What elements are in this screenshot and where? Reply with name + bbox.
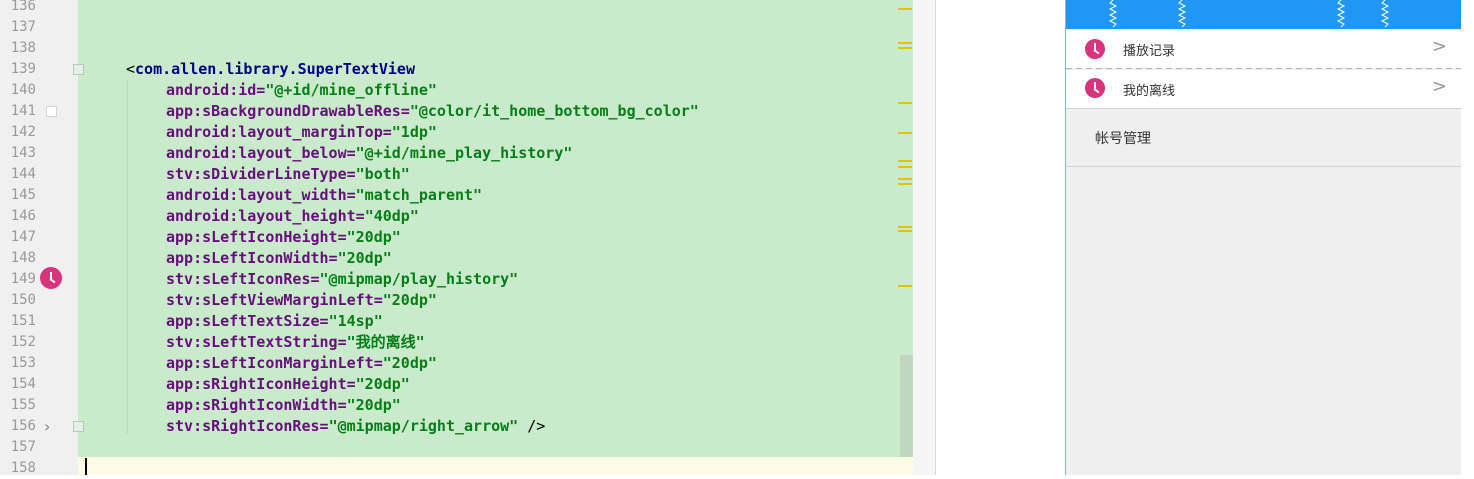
line-number: 158: [10, 460, 36, 476]
line-number: 143: [10, 145, 36, 161]
spring-marker-icon: [1177, 0, 1187, 28]
row-label: 我的离线: [1123, 84, 1176, 99]
layout-preview: 播放记录 > 我的离线 > 帐号管理: [1065, 0, 1462, 475]
indent-guide: [127, 80, 128, 434]
warning-mark[interactable]: [898, 178, 912, 180]
code-line: app:sLeftIconHeight="20dp": [166, 228, 401, 246]
line-number: 150: [10, 292, 36, 308]
spring-marker-icon: [1108, 0, 1118, 28]
warning-mark[interactable]: [898, 132, 912, 134]
account-management-label[interactable]: 帐号管理: [1095, 128, 1151, 148]
warning-mark[interactable]: [898, 47, 912, 49]
list-item[interactable]: 播放记录 >: [1066, 30, 1461, 68]
code-line: android:layout_marginTop="1dp": [166, 123, 437, 141]
line-number: 151: [10, 313, 36, 329]
divider-line: [935, 0, 936, 475]
line-number: 152: [10, 334, 36, 350]
code-line: stv:sLeftViewMarginLeft="20dp": [166, 291, 437, 309]
warning-mark[interactable]: [898, 102, 912, 104]
chevron-right-icon: >: [1431, 76, 1447, 97]
warning-mark[interactable]: [898, 160, 912, 162]
line-number: 148: [10, 250, 36, 266]
warning-mark[interactable]: [898, 226, 912, 228]
text-caret: [85, 458, 87, 475]
row-label: 播放记录: [1123, 44, 1176, 59]
chevron-right-icon: >: [1431, 36, 1447, 57]
code-line: android:layout_below="@+id/mine_play_his…: [166, 144, 573, 162]
panel-divider[interactable]: [913, 0, 935, 475]
line-number: 153: [10, 355, 36, 371]
line-number: 155: [10, 397, 36, 413]
clock-hand-minute: [1093, 49, 1100, 55]
line-number: 136: [10, 0, 36, 14]
code-line: stv:sLeftIconRes="@mipmap/play_history": [166, 270, 519, 288]
clock-hand-minute: [49, 278, 56, 284]
code-line: <com.allen.library.SuperTextView: [126, 60, 415, 78]
line-number: 157: [10, 439, 36, 455]
spring-marker-icon: [1380, 0, 1390, 28]
divider: [1066, 166, 1461, 167]
warning-mark[interactable]: [898, 183, 912, 185]
line-number: 147: [10, 229, 36, 245]
warning-mark[interactable]: [898, 166, 912, 168]
line-number: 140: [10, 82, 36, 98]
editor-scrollbar[interactable]: [900, 355, 913, 457]
warning-mark[interactable]: [898, 8, 912, 10]
spring-marker-icon: [1336, 0, 1346, 28]
code-line: app:sLeftTextSize="14sp": [166, 312, 383, 330]
line-number: 154: [10, 376, 36, 392]
code-line: android:layout_height="40dp": [166, 207, 419, 225]
line-number: 139: [10, 61, 36, 77]
clock-hand-minute: [1093, 88, 1100, 94]
code-line: app:sRightIconWidth="20dp": [166, 396, 401, 414]
fold-end-marker-icon[interactable]: [73, 421, 84, 432]
list-item[interactable]: 我的离线 >: [1066, 70, 1461, 108]
line-number: 144: [10, 166, 36, 182]
code-line: android:id="@+id/mine_offline": [166, 81, 437, 99]
code-line: stv:sDividerLineType="both": [166, 165, 410, 183]
line-number: 146: [10, 208, 36, 224]
code-line: app:sLeftIconMarginLeft="20dp": [166, 354, 437, 372]
line-number: 138: [10, 40, 36, 56]
dashed-divider: [1066, 68, 1461, 69]
preview-right-rail: [1461, 0, 1474, 475]
line-number: 156: [10, 418, 36, 434]
line-number: 137: [10, 19, 36, 35]
code-line: stv:sLeftTextString="我的离线": [166, 333, 425, 351]
clock-icon: [1085, 78, 1105, 98]
warning-mark[interactable]: [898, 285, 912, 287]
line-number: 149: [10, 271, 36, 287]
current-line-highlight: [78, 457, 913, 475]
code-line: android:layout_width="match_parent": [166, 186, 483, 204]
clock-icon: [1085, 39, 1105, 59]
preview-header: [1066, 0, 1461, 29]
warning-mark[interactable]: [898, 230, 912, 232]
code-line: app:sBackgroundDrawableRes="@color/it_ho…: [166, 102, 699, 120]
code-line: app:sLeftIconWidth="20dp": [166, 249, 392, 267]
line-number: 145: [10, 187, 36, 203]
divider: [1066, 108, 1461, 109]
code-line: stv:sRightIconRes="@mipmap/right_arrow" …: [166, 417, 546, 435]
code-line: app:sRightIconHeight="20dp": [166, 375, 410, 393]
line-number: 141: [10, 103, 36, 119]
warning-mark[interactable]: [898, 42, 912, 44]
bookmark-icon[interactable]: [46, 106, 57, 117]
clock-icon[interactable]: [40, 267, 62, 289]
fold-marker-icon[interactable]: [73, 64, 84, 75]
line-number: 142: [10, 124, 36, 140]
chevron-right-icon[interactable]: ›: [44, 417, 50, 436]
